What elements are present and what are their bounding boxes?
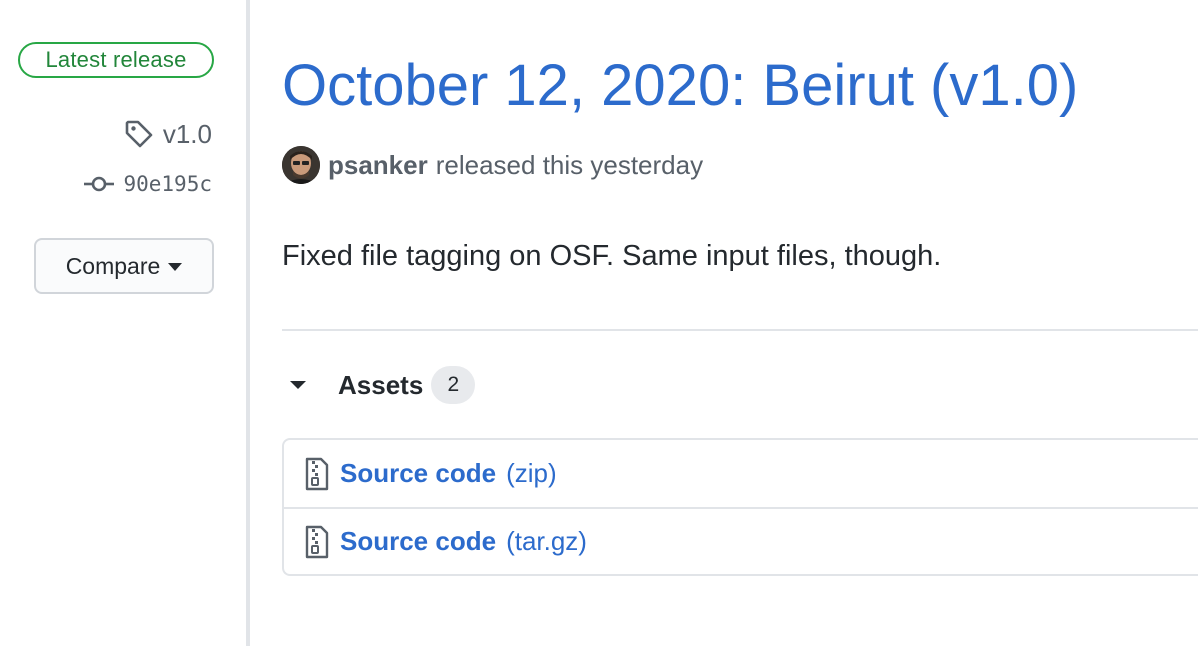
release-meta: psanker released this yesterday [282, 146, 703, 184]
file-zip-icon [305, 525, 329, 558]
assets-toggle[interactable]: Assets 2 [282, 366, 476, 404]
asset-ext[interactable]: (tar.gz) [506, 526, 587, 557]
avatar[interactable] [282, 146, 320, 184]
file-zip-icon [305, 457, 329, 490]
tag-link[interactable]: v1.0 [123, 118, 212, 150]
asset-name[interactable]: Source code [340, 526, 496, 557]
release-description: Fixed file tagging on OSF. Same input fi… [282, 240, 942, 272]
commit-link[interactable]: 90e195c [83, 172, 212, 196]
caret-down-icon [168, 263, 183, 271]
caret-down-icon [290, 381, 306, 389]
author-link[interactable]: psanker [328, 150, 428, 181]
commit-sha: 90e195c [123, 172, 212, 196]
asset-ext[interactable]: (zip) [506, 458, 557, 489]
asset-row-targz[interactable]: Source code (tar.gz) [284, 507, 1198, 574]
avatar-image [282, 146, 320, 184]
assets-title: Assets [338, 369, 424, 400]
tag-name: v1.0 [162, 118, 212, 149]
compare-button[interactable]: Compare [34, 238, 214, 294]
asset-name[interactable]: Source code [340, 458, 496, 489]
assets-list: Source code (zip) Source code (tar.gz) [282, 438, 1198, 576]
assets-count-badge: 2 [431, 366, 476, 404]
asset-row-zip[interactable]: Source code (zip) [284, 440, 1198, 507]
compare-label: Compare [65, 252, 161, 279]
section-divider [282, 329, 1198, 331]
release-title[interactable]: October 12, 2020: Beirut (v1.0) [282, 52, 1078, 119]
latest-release-badge: Latest release [18, 42, 214, 78]
tag-icon [125, 120, 153, 148]
release-sidebar: Latest release v1.0 90e195c Compare [0, 0, 246, 646]
commit-icon [84, 176, 115, 192]
sidebar-divider [246, 0, 250, 646]
released-text: released this yesterday [435, 149, 704, 180]
